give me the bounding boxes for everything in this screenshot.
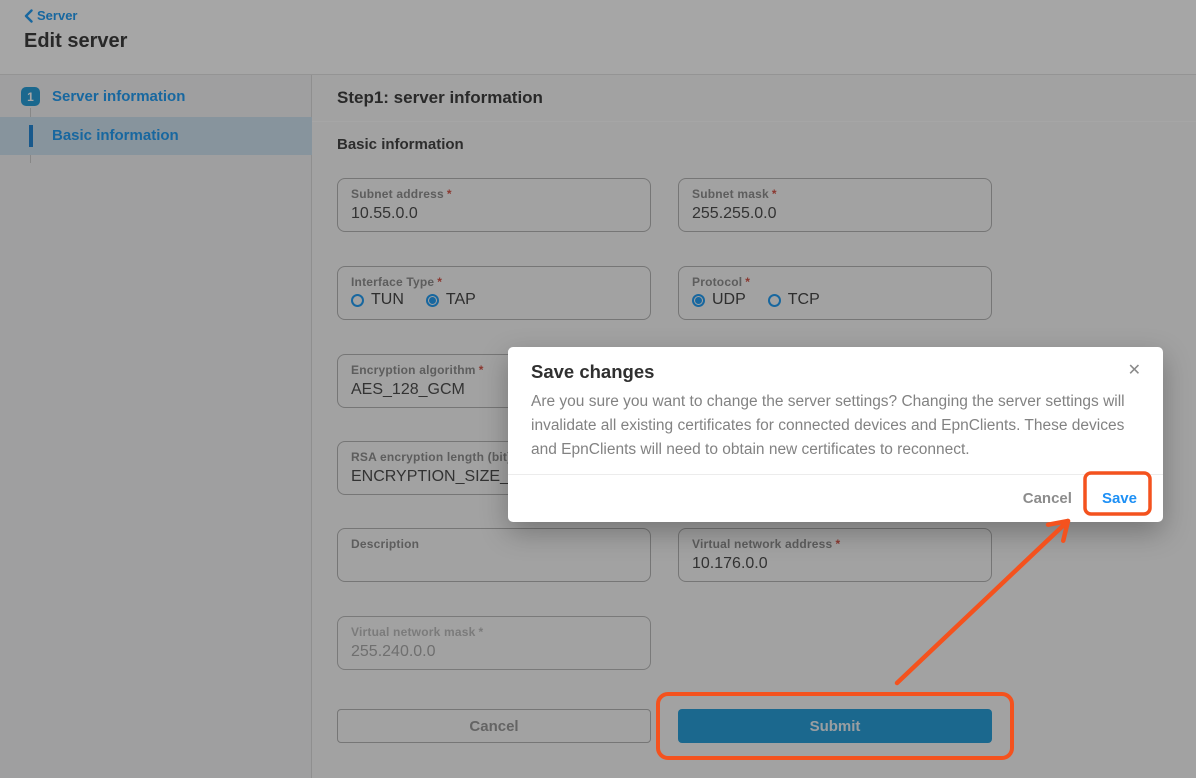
save-changes-dialog: Save changes ✕ Are you sure you want to … [508,347,1163,522]
dialog-body-text: Are you sure you want to change the serv… [531,390,1131,462]
dialog-cancel-button[interactable]: Cancel [1023,490,1072,507]
edit-server-page: Server Edit server 1 Server information … [0,0,1196,778]
close-icon[interactable]: ✕ [1128,363,1141,379]
dialog-save-button[interactable]: Save [1102,490,1137,507]
dialog-title: Save changes [531,361,654,383]
dialog-footer: Cancel Save [508,474,1163,522]
